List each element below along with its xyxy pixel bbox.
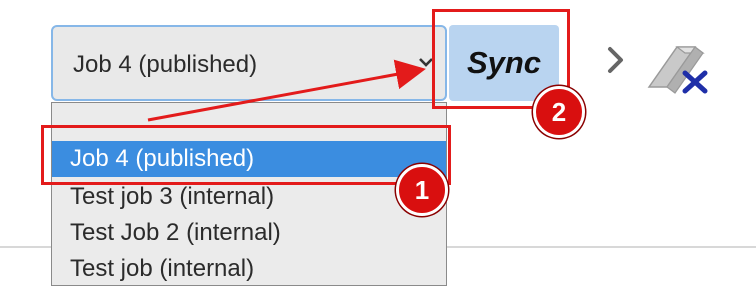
screenshot-stage: Job 4 (published) Job 4 (published) Test… — [0, 0, 756, 300]
dropdown-option-test-job-2[interactable]: Test Job 2 (internal) — [52, 215, 446, 251]
clear-eraser-icon[interactable] — [645, 35, 715, 95]
annotation-box-option — [41, 125, 451, 185]
job-select-value: Job 4 (published) — [73, 51, 258, 78]
dropdown-option-test-job[interactable]: Test job (internal) — [52, 251, 446, 287]
annotation-badge-2: 2 — [533, 86, 585, 138]
job-select[interactable]: Job 4 (published) — [51, 25, 447, 101]
divider-line — [0, 246, 51, 248]
annotation-badge-1: 1 — [396, 164, 448, 216]
divider-line — [447, 246, 756, 248]
chevron-right-icon[interactable] — [605, 44, 627, 76]
